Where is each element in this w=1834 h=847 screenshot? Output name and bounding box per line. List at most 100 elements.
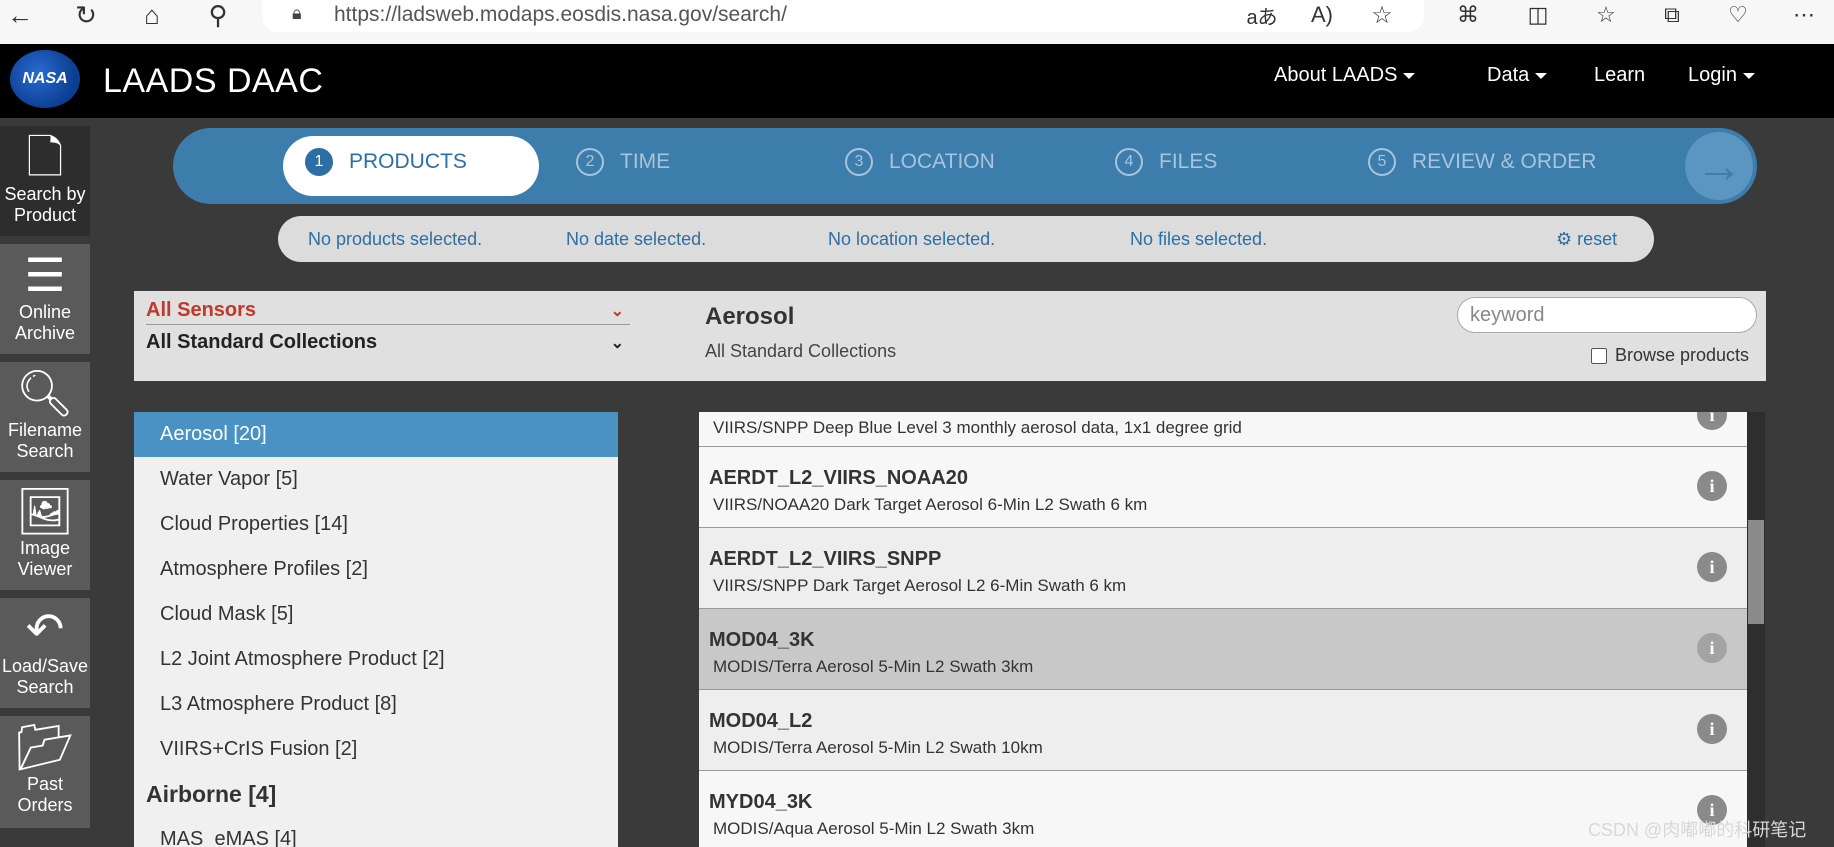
category-item-l3-atmosphere[interactable]: L3 Atmosphere Product [8] xyxy=(134,682,618,727)
step-label: FILES xyxy=(1159,150,1218,173)
category-item-aerosol[interactable]: Aerosol [20] xyxy=(134,412,618,457)
step-time[interactable]: 2 TIME xyxy=(576,148,670,176)
search-icon[interactable]: ⚲ xyxy=(198,0,238,30)
info-icon[interactable]: i xyxy=(1697,714,1727,744)
sidebar-item-label: Image Viewer xyxy=(17,538,73,579)
browse-products-checkbox[interactable] xyxy=(1591,347,1607,364)
category-item-l2-joint-atmosphere[interactable]: L2 Joint Atmosphere Product [2] xyxy=(134,637,618,682)
watermark: CSDN @肉嘟嘟的科研笔记 xyxy=(1588,820,1807,840)
info-icon[interactable]: i xyxy=(1697,633,1727,663)
step-location[interactable]: 3 LOCATION xyxy=(845,148,995,176)
product-description: MODIS/Terra Aerosol 5-Min L2 Swath 10km xyxy=(713,738,1043,757)
sidebar-item-label: Online Archive xyxy=(14,302,76,343)
product-description: MODIS/Aqua Aerosol 5-Min L2 Swath 3km xyxy=(713,819,1035,838)
category-item-cloud-properties[interactable]: Cloud Properties [14] xyxy=(134,502,618,547)
scrollbar-thumb[interactable] xyxy=(1748,520,1764,624)
nav-login[interactable]: Login xyxy=(1688,64,1755,87)
sidebar-load-save-search[interactable]: ↶ Load/Save Search xyxy=(0,598,90,708)
product-row-highlighted[interactable]: MOD04_3K MODIS/Terra Aerosol 5-Min L2 Sw… xyxy=(699,609,1747,690)
sensor-select[interactable]: All Sensors ⌄ xyxy=(146,299,630,325)
category-item-cloud-mask[interactable]: Cloud Mask [5] xyxy=(134,592,618,637)
refresh-icon[interactable]: ↻ xyxy=(66,0,106,30)
sidebar-search-by-product[interactable]: 🗋︎ Search by Product xyxy=(0,126,90,236)
product-name: MOD04_3K xyxy=(709,629,815,651)
favorite-star-icon[interactable]: ☆ xyxy=(1362,0,1402,30)
status-files: No files selected. xyxy=(1130,229,1268,249)
product-description: MODIS/Terra Aerosol 5-Min L2 Swath 3km xyxy=(713,657,1034,676)
collections-icon[interactable]: ⧉ xyxy=(1652,0,1692,30)
status-products: No products selected. xyxy=(308,229,483,249)
step-review-order[interactable]: 5 REVIEW & ORDER xyxy=(1368,148,1596,176)
browse-products-toggle[interactable]: Browse products xyxy=(1591,345,1749,366)
info-icon[interactable]: i xyxy=(1697,552,1727,582)
folder-open-icon: 📂︎ xyxy=(15,721,75,773)
product-description: VIIRS/SNPP Deep Blue Level 3 monthly aer… xyxy=(713,418,1242,437)
sidebar-item-label: Load/Save Search xyxy=(1,656,89,697)
product-list: VIIRS/SNPP Deep Blue Level 3 monthly aer… xyxy=(699,412,1747,847)
info-icon[interactable]: i xyxy=(1697,412,1727,430)
browser-essentials-icon[interactable]: ♡ xyxy=(1718,0,1758,30)
nav-learn[interactable]: Learn xyxy=(1594,64,1645,87)
sidebar-past-orders[interactable]: 📂︎ Past Orders xyxy=(0,716,90,828)
site-title[interactable]: LAADS DAAC xyxy=(103,62,323,101)
product-description: VIIRS/NOAA20 Dark Target Aerosol 6-Min L… xyxy=(713,495,1148,514)
back-icon[interactable]: ← xyxy=(0,0,40,30)
status-date: No date selected. xyxy=(566,229,707,249)
product-row[interactable]: VIIRS/SNPP Deep Blue Level 3 monthly aer… xyxy=(699,412,1747,447)
sidebar-item-label: Search by Product xyxy=(4,184,86,225)
nav-data[interactable]: Data xyxy=(1487,64,1547,87)
more-icon[interactable]: ⋯ xyxy=(1784,0,1824,30)
sidebar-image-viewer[interactable]: 🖼︎ Image Viewer xyxy=(0,480,90,590)
next-step-arrow-icon[interactable]: → xyxy=(1685,132,1753,200)
address-bar[interactable]: 🔒︎ https://ladsweb.modaps.eosdis.nasa.go… xyxy=(262,0,1424,32)
step-products[interactable]: 1 PRODUCTS xyxy=(305,148,467,176)
product-description: VIIRS/SNPP Dark Target Aerosol L2 6-Min … xyxy=(713,576,1127,595)
status-location: No location selected. xyxy=(828,229,996,249)
product-name: AERDT_L2_VIIRS_NOAA20 xyxy=(709,467,968,489)
lock-icon[interactable]: 🔒︎ xyxy=(292,3,302,24)
product-name: AERDT_L2_VIIRS_SNPP xyxy=(709,548,942,570)
step-label: PRODUCTS xyxy=(349,150,467,173)
translate-icon[interactable]: aあ xyxy=(1242,0,1282,30)
reply-icon: ↶ xyxy=(25,603,65,655)
magnifier-icon: 🔍︎ xyxy=(15,367,75,419)
product-row[interactable]: AERDT_L2_VIIRS_NOAA20 VIIRS/NOAA20 Dark … xyxy=(699,447,1747,528)
step-label: TIME xyxy=(620,150,671,173)
category-item-mas-emas[interactable]: MAS_eMAS [4] xyxy=(134,817,618,847)
sidebar-item-label: Past Orders xyxy=(17,774,73,815)
collection-select[interactable]: All Standard Collections ⌄ xyxy=(146,331,630,357)
split-screen-icon[interactable]: ◫ xyxy=(1518,0,1558,30)
sensor-select-value: All Sensors xyxy=(146,299,257,321)
url-text[interactable]: https://ladsweb.modaps.eosdis.nasa.gov/s… xyxy=(334,3,787,27)
gears-icon: ⚙ xyxy=(1556,229,1573,249)
selection-status-bar: No products selected. No date selected. … xyxy=(278,216,1654,262)
category-group-airborne[interactable]: Airborne [4] xyxy=(134,772,618,817)
reset-button[interactable]: ⚙ reset xyxy=(1556,229,1617,250)
keyword-search-input[interactable] xyxy=(1457,297,1757,333)
step-progress-bar: 1 PRODUCTS 2 TIME 3 LOCATION 4 FILES 5 R… xyxy=(173,128,1757,204)
nasa-logo[interactable]: NASA xyxy=(10,50,80,108)
category-item-viirs-cris-fusion[interactable]: VIIRS+CrIS Fusion [2] xyxy=(134,727,618,772)
filter-panel: All Sensors ⌄ All Standard Collections ⌄… xyxy=(134,291,1766,381)
category-item-water-vapor[interactable]: Water Vapor [5] xyxy=(134,457,618,502)
category-list: Aerosol [20] Water Vapor [5] Cloud Prope… xyxy=(134,412,618,847)
home-icon[interactable]: ⌂ xyxy=(132,0,172,30)
nav-about-laads[interactable]: About LAADS xyxy=(1274,64,1415,87)
site-header: NASA LAADS DAAC About LAADS Data Learn L… xyxy=(0,44,1834,118)
document-icon: 🗋︎ xyxy=(26,131,64,183)
read-aloud-icon[interactable]: A) xyxy=(1302,0,1342,30)
info-icon[interactable]: i xyxy=(1697,471,1727,501)
favorites-icon[interactable]: ☆ xyxy=(1586,0,1626,30)
product-row[interactable]: MOD04_L2 MODIS/Terra Aerosol 5-Min L2 Sw… xyxy=(699,690,1747,771)
extensions-icon[interactable]: ⌘ xyxy=(1448,0,1488,30)
sidebar-filename-search[interactable]: 🔍︎ Filename Search xyxy=(0,362,90,472)
product-row[interactable]: AERDT_L2_VIIRS_SNPP VIIRS/SNPP Dark Targ… xyxy=(699,528,1747,609)
browse-products-label: Browse products xyxy=(1615,345,1750,365)
sidebar-item-label: Filename Search xyxy=(7,420,83,461)
product-list-scrollbar[interactable] xyxy=(1747,412,1765,847)
sidebar-online-archive[interactable]: ☰ Online Archive xyxy=(0,244,90,354)
step-files[interactable]: 4 FILES xyxy=(1115,148,1217,176)
step-label: REVIEW & ORDER xyxy=(1412,150,1597,173)
category-title: Aerosol xyxy=(705,303,795,330)
category-item-atmosphere-profiles[interactable]: Atmosphere Profiles [2] xyxy=(134,547,618,592)
